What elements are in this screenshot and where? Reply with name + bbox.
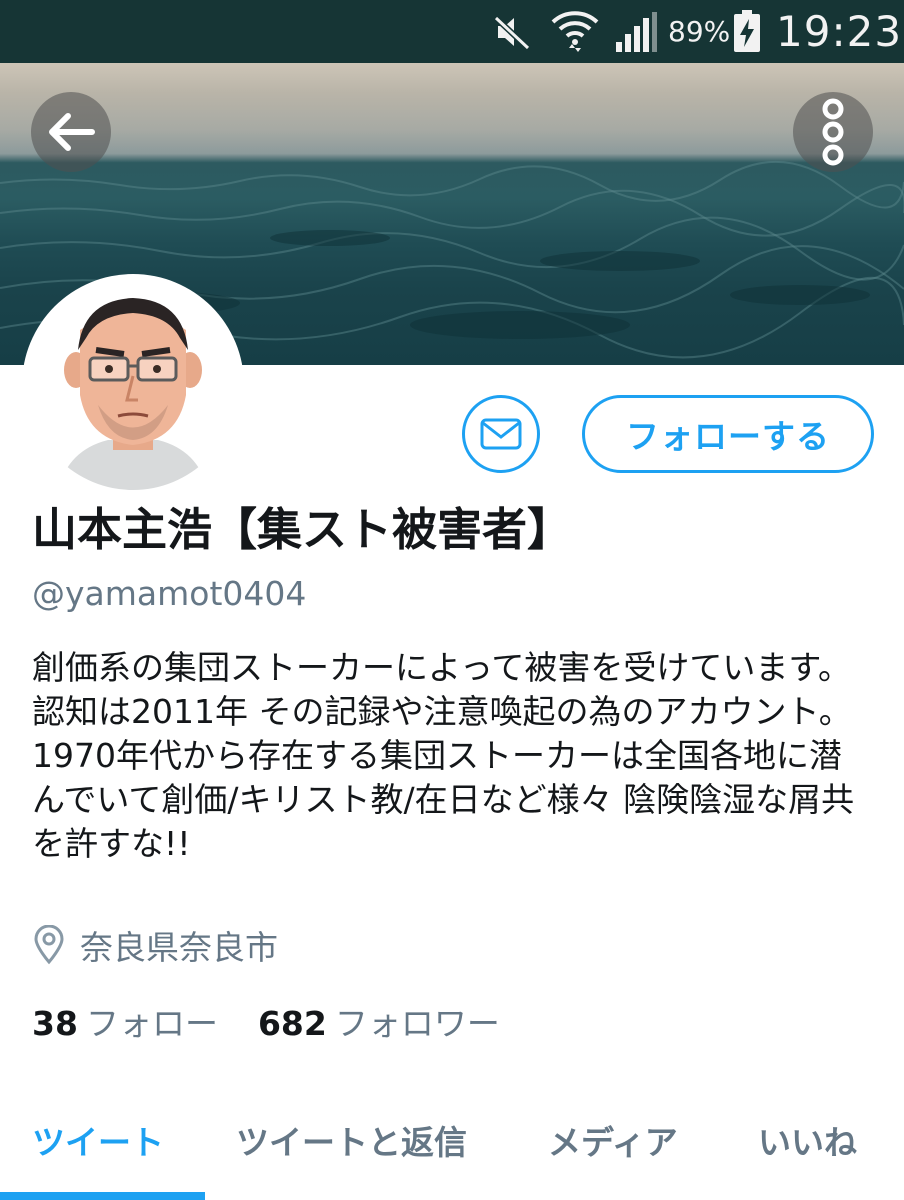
- follow-counts: 38 フォロー 682 フォロワー: [32, 1000, 500, 1048]
- profile-location: 奈良県奈良市: [32, 922, 278, 968]
- more-options-button[interactable]: [793, 92, 873, 172]
- battery-percent: 89%: [668, 15, 731, 48]
- back-button[interactable]: [31, 92, 111, 172]
- mail-icon: [480, 418, 522, 450]
- more-vertical-icon: [822, 98, 844, 166]
- profile-bio: 創価系の集団ストーカーによって被害を受けています。認知は2011年 その記録や注…: [32, 648, 855, 863]
- followers-link[interactable]: 682 フォロワー: [258, 1004, 500, 1043]
- following-link[interactable]: 38 フォロー: [32, 1004, 218, 1043]
- tab-tweets-and-replies[interactable]: ツイートと返信: [236, 1110, 467, 1176]
- following-label: フォロー: [85, 1004, 218, 1043]
- battery-charging-icon: [734, 10, 760, 52]
- tab-tweets[interactable]: ツイート: [32, 1110, 164, 1176]
- followers-label: フォロワー: [334, 1004, 500, 1043]
- tab-likes[interactable]: いいね: [758, 1110, 857, 1176]
- wifi-icon: [551, 11, 599, 52]
- location-text: 奈良県奈良市: [80, 928, 278, 967]
- location-pin-icon: [34, 925, 64, 965]
- profile-handle: @yamamot0404: [32, 574, 307, 613]
- profile-tabs: ツイート ツイートと返信 メディア いいね: [0, 1110, 904, 1200]
- clock: 19:23: [776, 7, 903, 56]
- avatar-illustration: [28, 280, 238, 490]
- arrow-left-icon: [49, 113, 95, 151]
- following-count: 38: [32, 1004, 78, 1043]
- follow-button[interactable]: フォローする: [582, 395, 874, 473]
- direct-message-button[interactable]: [462, 395, 540, 473]
- avatar[interactable]: [22, 274, 244, 496]
- mute-icon: [493, 15, 531, 51]
- tab-media[interactable]: メディア: [548, 1110, 678, 1176]
- signal-icon: [616, 12, 657, 52]
- followers-count: 682: [257, 1004, 327, 1043]
- active-tab-indicator: [0, 1192, 205, 1200]
- profile-name: 山本主浩【集スト被害者】: [32, 503, 573, 556]
- status-bar: 89% 19:23: [0, 0, 904, 63]
